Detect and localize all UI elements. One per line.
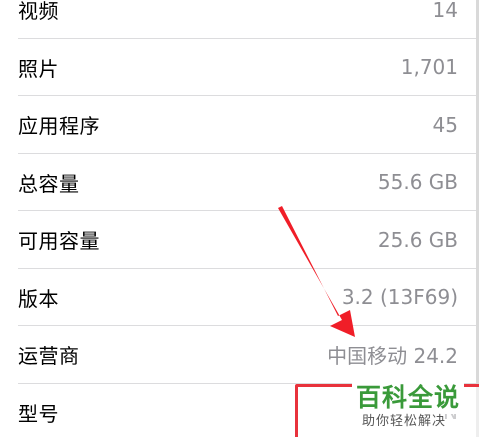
row-value-photos: 1,701 xyxy=(400,55,458,80)
row-photos: 照片 1,701 xyxy=(0,39,479,97)
watermark-title: 百科全说 xyxy=(352,378,465,414)
row-label-videos: 视频 xyxy=(18,0,59,24)
row-label-carrier: 运营商 xyxy=(18,344,80,369)
about-info-list: 视频 14 照片 1,701 应用程序 45 总容量 55.6 GB 可用容量 … xyxy=(0,0,479,437)
row-value-capacity: 55.6 GB xyxy=(377,170,458,195)
row-label-capacity: 总容量 xyxy=(18,171,80,196)
row-value-videos: 14 xyxy=(432,0,458,22)
row-label-photos: 照片 xyxy=(18,56,59,81)
row-label-available: 可用容量 xyxy=(18,229,100,254)
row-value-version: 3.2 (13F69) xyxy=(341,285,458,310)
row-value-applications: 45 xyxy=(432,112,458,137)
row-applications: 应用程序 45 xyxy=(0,96,479,154)
row-label-version: 版本 xyxy=(18,286,59,311)
row-carrier[interactable]: 运营商 中国移动 24.2 xyxy=(0,326,479,384)
row-value-available: 25.6 GB xyxy=(377,227,458,252)
row-version[interactable]: 版本 3.2 (13F69) xyxy=(0,269,479,327)
row-value-carrier: 中国移动 24.2 xyxy=(327,344,458,369)
row-capacity: 总容量 55.6 GB xyxy=(0,154,479,212)
row-label-applications: 应用程序 xyxy=(18,114,100,139)
row-available: 可用容量 25.6 GB xyxy=(0,211,479,269)
row-label-model: 型号 xyxy=(18,401,59,426)
about-screen: 视频 14 照片 1,701 应用程序 45 总容量 55.6 GB 可用容量 … xyxy=(0,0,479,437)
watermark-subtitle: 助你轻松解决 xyxy=(362,414,447,429)
row-videos: 视频 14 xyxy=(0,0,479,39)
